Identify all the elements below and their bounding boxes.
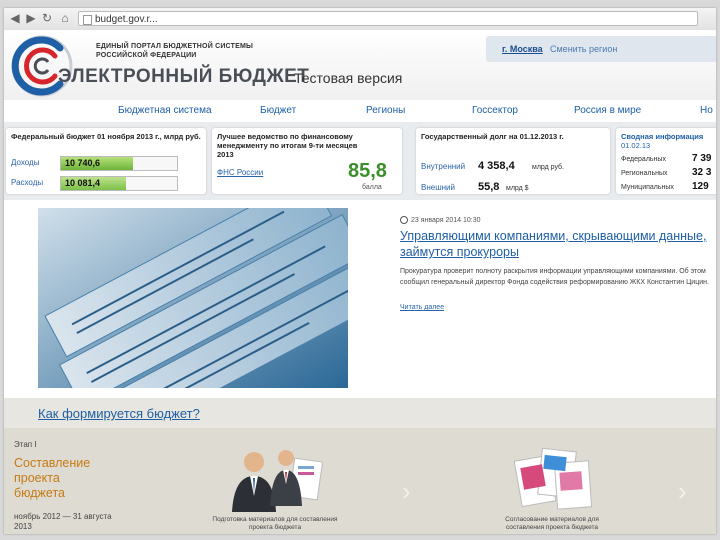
how-budget-formed-link[interactable]: Как формируется бюджет? (38, 406, 200, 421)
news-block: 23 января 2014 10:30 Управляющими компан… (4, 200, 716, 398)
budget-process-section: Как формируется бюджет? Этап I Составлен… (4, 398, 716, 534)
federal-budget-title: Федеральный бюджет 01 ноября 2013 г., мл… (11, 132, 201, 141)
best-ministry-title: Лучшее ведомство по финансовому менеджме… (217, 132, 358, 159)
portal-name: ЕДИНЫЙ ПОРТАЛ БЮДЖЕТНОЙ СИСТЕМЫ РОССИЙСК… (96, 42, 253, 60)
menu-item-regions[interactable]: Регионы (366, 105, 405, 116)
summary-row-label: Муниципальных (621, 184, 674, 191)
summary-row-value: 32 3 (692, 167, 712, 178)
city-link[interactable]: г. Москва (502, 44, 543, 54)
stage-title[interactable]: Составление проекта бюджета (14, 456, 114, 501)
documents-icon[interactable] (512, 446, 596, 516)
summary-date: 01.02.13 (621, 141, 651, 150)
menu-item-budget-system[interactable]: Бюджетная система (118, 105, 212, 116)
stage-dates: ноябрь 2012 — 31 августа 2013 (14, 512, 112, 531)
test-version-label: Тестовая версия (294, 70, 403, 86)
brand-title: ЭЛЕКТРОННЫЙ БЮДЖЕТ (58, 66, 310, 87)
portal-line-1: ЕДИНЫЙ ПОРТАЛ БЮДЖЕТНОЙ СИСТЕМЫ (96, 43, 254, 50)
read-more-link[interactable]: Читать далее (400, 304, 444, 311)
page-icon (83, 15, 92, 25)
summary-row-value: 7 39 (692, 153, 712, 164)
summary-card: Сводная информация 01.02.13 Федеральных … (616, 128, 716, 194)
external-debt-link[interactable]: Внешний (421, 183, 455, 192)
news-title-link[interactable]: Управляющими компаниями, скрывающими дан… (400, 228, 716, 260)
clock-icon (400, 216, 408, 224)
stage-caption-1: Подготовка материалов для составления пр… (212, 516, 338, 531)
stage-label: Этап I (14, 440, 37, 449)
summary-row-label: Региональных (621, 170, 668, 177)
info-strip: Федеральный бюджет 01 ноября 2013 г., мл… (4, 122, 716, 200)
ministry-score-unit: балла (362, 184, 382, 191)
income-value: 10 740,6 (65, 158, 101, 168)
newspapers-image[interactable] (38, 208, 348, 388)
summary-title-text: Сводная информация (621, 132, 704, 141)
state-debt-card: Государственный долг на 01.12.2013 г. Вн… (416, 128, 610, 194)
news-date: 23 января 2014 10:30 (400, 216, 481, 224)
state-debt-title: Государственный долг на 01.12.2013 г. (421, 132, 564, 141)
best-ministry-card: Лучшее ведомство по финансовому менеджме… (212, 128, 402, 194)
home-icon[interactable]: ⌂ (58, 11, 72, 25)
region-selector: г. Москва Сменить регион (486, 36, 716, 62)
ministry-score: 85,8 (348, 160, 387, 182)
chevron-right-icon[interactable]: › (678, 476, 687, 507)
address-bar[interactable]: budget.gov.r... (78, 11, 698, 26)
budget-section-header: Как формируется бюджет? (4, 398, 716, 428)
forward-icon[interactable]: ▶ (24, 11, 38, 25)
summary-row-value: 129 (692, 181, 709, 192)
reload-icon[interactable]: ↻ (40, 11, 54, 25)
federal-budget-card: Федеральный бюджет 01 ноября 2013 г., мл… (6, 128, 206, 194)
chevron-right-icon[interactable]: › (402, 476, 411, 507)
internal-debt-value: 4 358,4 (478, 160, 515, 172)
back-icon[interactable]: ◀ (8, 11, 22, 25)
income-link[interactable]: Доходы (11, 158, 39, 167)
browser-window: ◀ ▶ ↻ ⌂ budget.gov.r... ЕДИНЫЙ ПОРТАЛ БЮ… (4, 8, 716, 534)
menu-item-russia-world[interactable]: Россия в мире (574, 105, 641, 116)
news-date-text: 23 января 2014 10:30 (411, 216, 481, 224)
external-debt-unit: млрд $ (506, 185, 529, 192)
internal-debt-unit: млрд руб. (532, 164, 565, 171)
summary-row-label: Федеральных (621, 156, 666, 163)
address-text: budget.gov.r... (95, 14, 158, 25)
internal-debt-link[interactable]: Внутренний (421, 162, 465, 171)
news-body: Прокуратура проверит полноту раскрытия и… (400, 268, 709, 286)
site-header: ЕДИНЫЙ ПОРТАЛ БЮДЖЕТНОЙ СИСТЕМЫ РОССИЙСК… (4, 30, 716, 100)
menu-item-budget[interactable]: Бюджет (260, 105, 296, 116)
expense-gauge: 10 081,4 (60, 176, 178, 191)
main-menu: Бюджетная система Бюджет Регионы Госсект… (4, 100, 716, 123)
change-region-link[interactable]: Сменить регион (550, 44, 617, 54)
income-gauge: 10 740,6 (60, 156, 178, 171)
browser-toolbar: ◀ ▶ ↻ ⌂ budget.gov.r... (4, 8, 716, 31)
menu-item-public-sector[interactable]: Госсектор (472, 105, 518, 116)
expense-value: 10 081,4 (65, 178, 101, 188)
menu-item-more[interactable]: Но (700, 105, 713, 116)
ministry-name-link[interactable]: ФНС России (217, 168, 263, 177)
stage-caption-2: Согласование материалов для составления … (505, 516, 599, 531)
external-debt-value: 55,8 (478, 181, 500, 193)
portal-line-2: РОССИЙСКОЙ ФЕДЕРАЦИИ (96, 52, 197, 59)
summary-title: Сводная информация 01.02.13 (621, 132, 716, 150)
expense-link[interactable]: Расходы (11, 178, 43, 187)
officials-icon[interactable] (226, 446, 334, 514)
